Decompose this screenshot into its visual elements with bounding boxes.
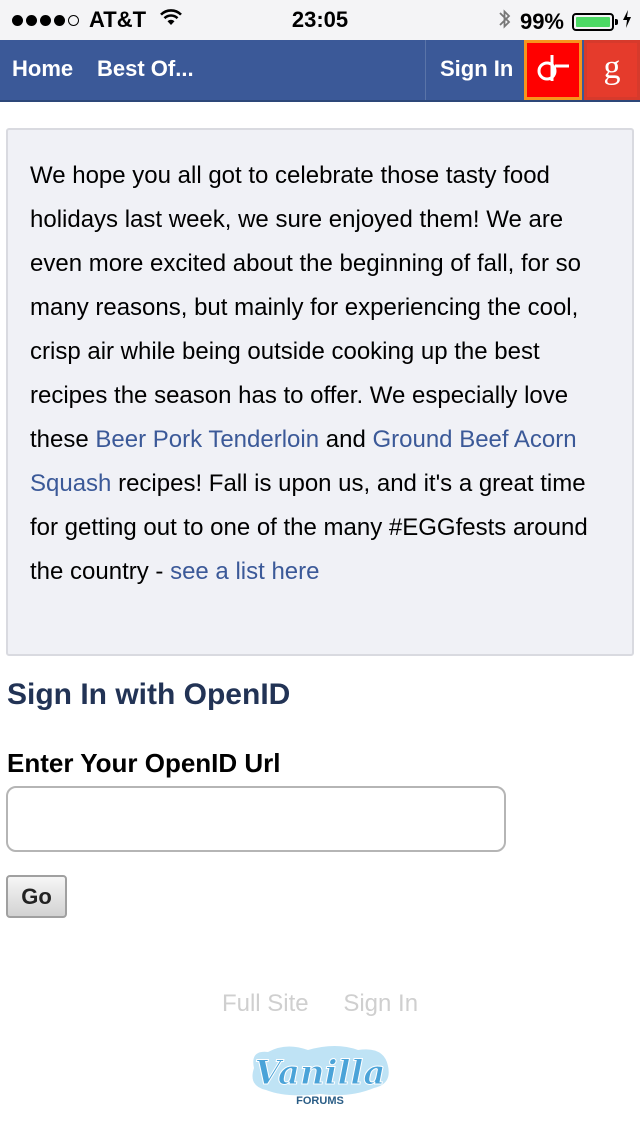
footer-links: Full Site Sign In [0,990,640,1018]
status-bar: AT&T 23:05 99% [0,0,640,40]
openid-url-label: Enter Your OpenID Url [7,748,281,778]
beer-pork-tenderloin-link[interactable]: Beer Pork Tenderloin [95,426,319,453]
vanilla-forums-logo[interactable]: Vanilla FORUMS [246,1040,394,1108]
nav-home-link[interactable]: Home [12,40,73,98]
full-site-link[interactable]: Full Site [222,990,309,1017]
svg-text:FORUMS: FORUMS [296,1095,344,1107]
bluetooth-icon [498,7,512,37]
battery-fill [576,17,610,27]
announcement-box: We hope you all got to celebrate those t… [6,128,634,656]
eggfests-list-link[interactable]: see a list here [170,558,319,585]
google-signin-button[interactable]: g [584,40,640,100]
footer-sign-in-link[interactable]: Sign In [343,990,418,1017]
signin-heading: Sign In with OpenID [7,678,291,711]
nav-sign-in-link[interactable]: Sign In [440,40,513,98]
openid-signin-button[interactable] [524,40,582,100]
battery-percent: 99% [519,9,564,34]
charging-icon [622,9,632,35]
announcement-text: We hope you all got to celebrate those t… [30,154,612,594]
google-icon: g [603,49,621,86]
status-right: 99% [498,7,632,37]
openid-url-input[interactable] [6,786,506,852]
nav-divider [425,40,426,100]
go-button[interactable]: Go [6,875,67,918]
announcement-text-part: We hope you all got to celebrate those t… [30,162,582,453]
openid-icon [535,53,571,88]
announcement-text-part: and [319,426,373,453]
battery-icon [572,13,618,31]
svg-text:Vanilla: Vanilla [255,1053,386,1093]
nav-best-of-link[interactable]: Best Of... [97,40,194,98]
top-navbar: Home Best Of... Sign In g [0,40,640,102]
